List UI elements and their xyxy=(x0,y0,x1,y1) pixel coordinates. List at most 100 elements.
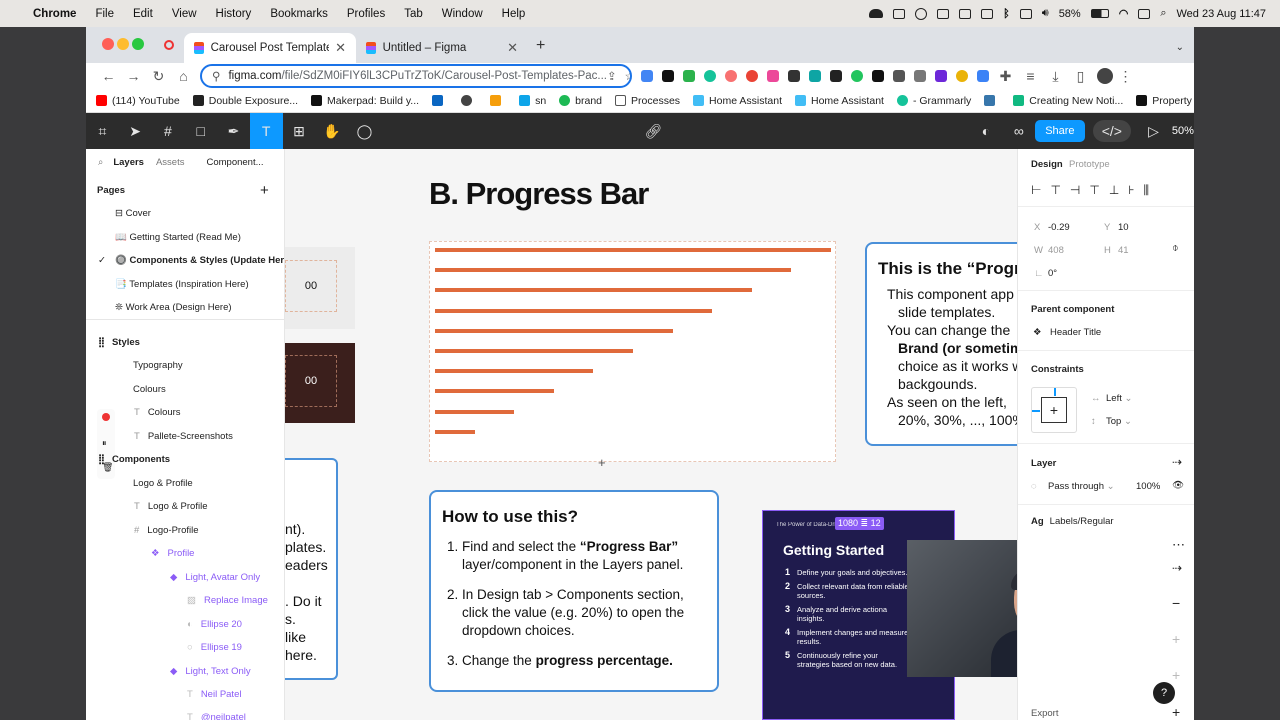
multiplayer-icon[interactable]: ∞ xyxy=(1002,113,1035,149)
layer-profile[interactable]: Profile xyxy=(168,548,195,559)
page-title[interactable]: B. Progress Bar xyxy=(429,176,649,212)
menu-history[interactable]: History xyxy=(216,8,252,20)
menu-window[interactable]: Window xyxy=(442,8,483,20)
left-card-dark[interactable]: 00 xyxy=(285,343,355,423)
bookmark-item[interactable] xyxy=(490,95,506,106)
extension-icon[interactable] xyxy=(662,70,674,82)
main-menu-icon[interactable]: ⌗ xyxy=(86,113,119,149)
howto-card[interactable]: How to use this? 1. Find and select the “… xyxy=(429,490,719,692)
menu-file[interactable]: File xyxy=(95,8,114,20)
menu-profiles[interactable]: Profiles xyxy=(347,8,385,20)
layer-ellipse-20[interactable]: Ellipse 20 xyxy=(201,619,242,630)
extension-icon[interactable] xyxy=(935,70,947,82)
top-constraint-line[interactable] xyxy=(1054,388,1056,396)
link-icon[interactable]: 🔗︎ xyxy=(637,113,670,149)
left-card-text[interactable]: nt). plates. eaders . Do it s. like here… xyxy=(285,458,338,680)
extension-icon[interactable] xyxy=(641,70,653,82)
bookmark-item[interactable]: Home Assistant xyxy=(795,95,884,107)
hand-tool-icon[interactable]: ✋ xyxy=(315,113,348,149)
window-icon[interactable] xyxy=(893,8,906,19)
progress-bar[interactable] xyxy=(435,389,554,394)
bookmark-item[interactable] xyxy=(461,95,477,106)
layer-colours[interactable]: Colours xyxy=(148,407,181,418)
bluetooth-icon[interactable]: ᛒ xyxy=(1003,8,1010,20)
menu-view[interactable]: View xyxy=(172,8,197,20)
progress-bar[interactable] xyxy=(435,328,673,333)
sidepanel-icon[interactable]: ▯ xyxy=(1068,68,1093,85)
constraint-widget[interactable]: + xyxy=(1031,387,1077,433)
eye-icon[interactable]: 👁︎ xyxy=(1172,480,1184,491)
left-constraint-line[interactable] xyxy=(1032,410,1040,412)
close-tab-icon[interactable]: ✕ xyxy=(507,40,518,56)
extension-icon[interactable] xyxy=(746,70,758,82)
comment-tool-icon[interactable]: ◯ xyxy=(348,113,381,149)
maximize-window-button[interactable] xyxy=(132,38,144,50)
horizontal-constraint-select[interactable]: Left ⌄ xyxy=(1106,393,1132,404)
menu-edit[interactable]: Edit xyxy=(133,8,153,20)
progress-bar[interactable] xyxy=(435,248,831,252)
tab-assets[interactable]: Assets xyxy=(156,157,185,168)
pause-icon[interactable]: ⏸︎ xyxy=(102,438,107,449)
tab-layers[interactable]: Layers xyxy=(113,157,144,168)
bookmark-item[interactable]: Creating New Noti... xyxy=(1013,95,1123,107)
menu-help[interactable]: Help xyxy=(502,8,526,20)
page-item[interactable]: 📖 Getting Started (Read Me) xyxy=(115,227,241,247)
page-item[interactable]: ⊟ Cover xyxy=(115,203,151,223)
home-icon[interactable]: ⌂ xyxy=(171,68,196,84)
callout-card[interactable]: This is the “Progr This component app sl… xyxy=(865,242,1017,446)
rotation-field[interactable]: 0° xyxy=(1048,268,1057,279)
menu-lines-icon[interactable]: ≡ xyxy=(1018,68,1043,84)
page-item[interactable]: ❊ Work Area (Design Here) xyxy=(115,297,232,317)
share-icon[interactable]: ⇪ xyxy=(607,69,617,83)
chevron-down-icon[interactable]: ⌄ xyxy=(1176,42,1184,53)
extension-icon[interactable] xyxy=(914,70,926,82)
menu-bookmarks[interactable]: Bookmarks xyxy=(270,8,328,20)
layer-logo-profile-frame[interactable]: Logo-Profile xyxy=(147,525,198,536)
bookmark-item[interactable]: Makerpad: Build y... xyxy=(311,95,419,107)
display-icon[interactable] xyxy=(981,8,994,19)
progress-bar[interactable] xyxy=(435,369,593,374)
opacity-field[interactable]: 100% xyxy=(1136,481,1160,492)
parent-component-link[interactable]: Header Title xyxy=(1050,327,1101,338)
bookmark-folder[interactable]: Processes xyxy=(615,95,680,107)
bookmark-item[interactable] xyxy=(984,95,1000,106)
extension-icon[interactable] xyxy=(809,70,821,82)
screen-icon[interactable] xyxy=(937,8,950,19)
address-bar[interactable]: ⚲ figma.com/file/SdZM0iFIY6lL3CPuTrZToK/… xyxy=(200,64,632,88)
extension-icon[interactable] xyxy=(977,70,989,82)
clock[interactable]: Wed 23 Aug 11:47 xyxy=(1177,8,1267,20)
layer-light-avatar[interactable]: Light, Avatar Only xyxy=(185,572,260,583)
apply-variable-icon[interactable]: ⇢ xyxy=(1172,455,1182,469)
close-tab-icon[interactable]: ✕ xyxy=(335,40,346,56)
detach-icon[interactable]: ⇢ xyxy=(1172,561,1182,575)
tab-prototype[interactable]: Prototype xyxy=(1069,159,1110,170)
progress-bar-frame[interactable] xyxy=(429,241,836,462)
star-icon[interactable]: ☆ xyxy=(625,69,630,83)
vertical-constraint-select[interactable]: Top ⌄ xyxy=(1106,416,1132,427)
layer-styles[interactable]: ⣿ Styles xyxy=(98,332,140,352)
layer-neil-handle[interactable]: @neilpatel xyxy=(201,712,246,720)
progress-bar[interactable] xyxy=(435,288,752,293)
layer-neil-patel[interactable]: Neil Patel xyxy=(201,689,242,700)
grammarly-icon[interactable] xyxy=(704,70,716,82)
progress-bar[interactable] xyxy=(435,308,712,313)
height-field[interactable]: 41 xyxy=(1118,245,1129,256)
layer-ellipse-19[interactable]: Ellipse 19 xyxy=(201,642,242,653)
download-icon[interactable]: ⤓ xyxy=(1043,68,1068,85)
minimize-window-button[interactable] xyxy=(117,38,129,50)
record-icon[interactable] xyxy=(164,40,174,50)
message-icon[interactable] xyxy=(959,8,972,19)
kebab-menu-icon[interactable]: ⋮ xyxy=(1113,68,1138,85)
bookmark-item[interactable] xyxy=(432,95,448,106)
minus-icon[interactable]: − xyxy=(1172,595,1180,611)
text-tool-icon[interactable]: T xyxy=(249,113,283,149)
extension-icon[interactable] xyxy=(872,70,884,82)
zoom-level[interactable]: 50% xyxy=(1172,125,1194,137)
page-selector[interactable]: Component... xyxy=(206,157,263,168)
left-card-light[interactable]: 00 xyxy=(285,247,355,329)
bookmark-item[interactable]: Property values xyxy=(1136,95,1194,107)
add-page-icon[interactable]: + xyxy=(260,180,269,200)
frame-tool-icon[interactable]: # xyxy=(152,113,185,149)
menu-tab[interactable]: Tab xyxy=(404,8,423,20)
layer-logo-profile[interactable]: Logo & Profile xyxy=(148,501,208,512)
